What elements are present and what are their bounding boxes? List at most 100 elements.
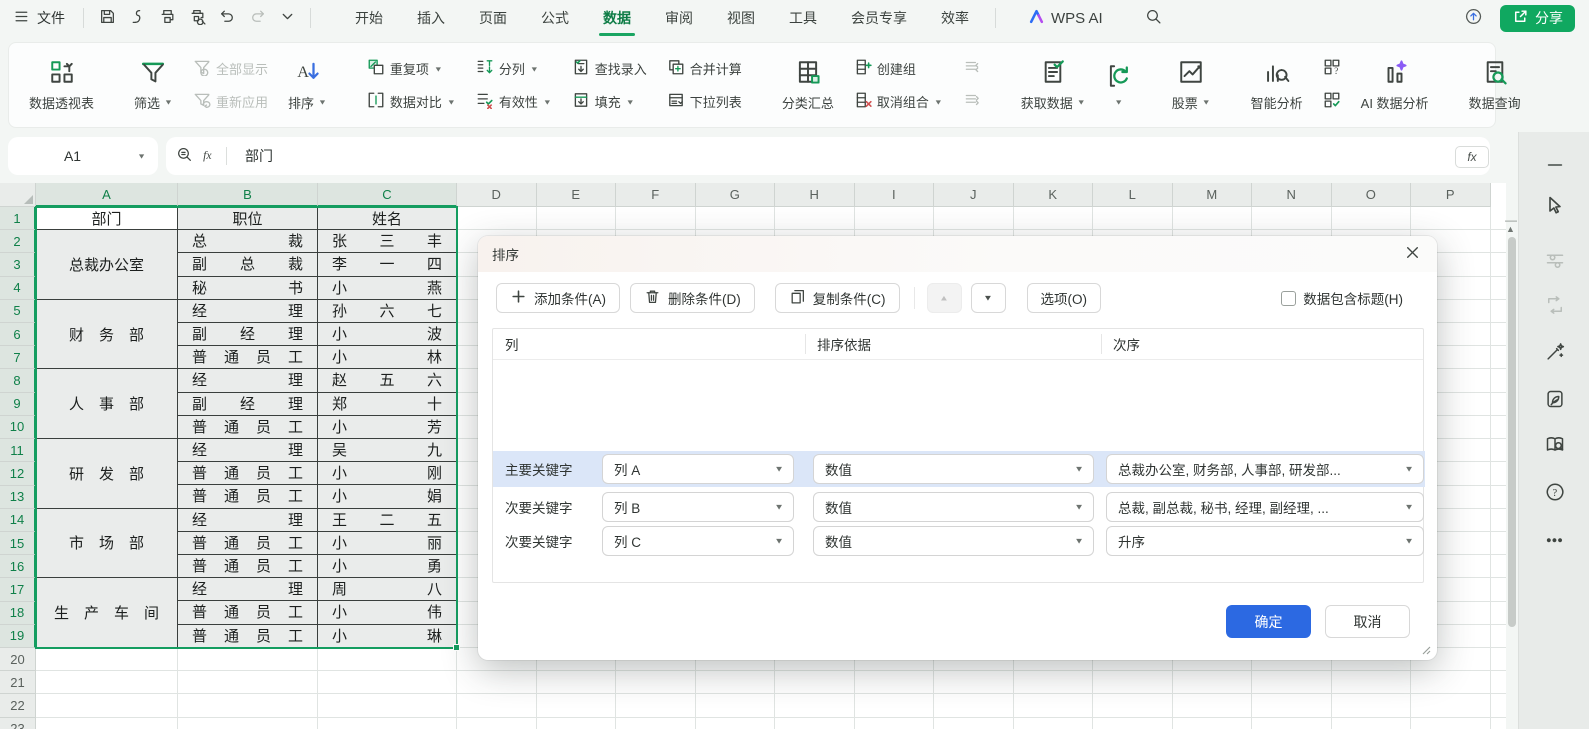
ribbon-duplicates-button[interactable]: 重复项▼ <box>363 56 460 81</box>
save-button[interactable] <box>92 5 122 31</box>
row-header-22[interactable]: 22 <box>0 694 36 717</box>
ribbon-funnel-redo-button[interactable]: 重新应用 <box>189 89 272 114</box>
cell-name[interactable]: 吴九 <box>318 439 457 462</box>
resize-grip-icon[interactable] <box>1419 643 1431 655</box>
cell-dept-4[interactable]: 研 发 部 <box>36 439 178 509</box>
eco-leaf-button[interactable] <box>1543 388 1567 412</box>
cell-title[interactable]: 经理 <box>178 439 318 462</box>
search-button[interactable] <box>1139 5 1169 31</box>
column-header-A[interactable]: A <box>36 183 178 207</box>
row-header-20[interactable]: 20 <box>0 648 36 671</box>
column-header-H[interactable]: H <box>775 183 855 207</box>
row-header-5[interactable]: 5 <box>0 300 36 323</box>
cell-name[interactable]: 小波 <box>318 323 457 346</box>
row-header-19[interactable]: 19 <box>0 625 36 648</box>
cell-name[interactable]: 郑十 <box>318 393 457 416</box>
row-header-17[interactable]: 17 <box>0 578 36 601</box>
column-header-K[interactable]: K <box>1014 183 1094 207</box>
ribbon-compare-button[interactable]: 数据对比▼ <box>363 89 460 114</box>
ribbon-create-group-button[interactable]: 创建组 <box>850 56 947 81</box>
condition-row-3[interactable]: 次要关键字列 C▼数值▼升序▼ <box>493 523 1425 559</box>
tab-效率[interactable]: 效率 <box>939 1 971 35</box>
header-checkbox-group[interactable]: 数据包含标题(H) <box>1281 288 1419 308</box>
cell-title[interactable]: 秘书 <box>178 277 318 300</box>
ribbon-dropdown-list-button[interactable]: 下拉列表 <box>663 89 746 114</box>
loop-pivot-button[interactable] <box>1543 294 1567 318</box>
ribbon-grid-check-button[interactable] <box>1319 89 1345 114</box>
cell-name[interactable]: 小勇 <box>318 555 457 578</box>
column-header-D[interactable]: D <box>457 183 537 207</box>
checkbox-icon[interactable] <box>1281 291 1296 306</box>
move-up-button[interactable]: ▲ <box>927 283 962 313</box>
options-button[interactable]: 选项(O) <box>1027 283 1102 313</box>
column-header-P[interactable]: P <box>1411 183 1491 207</box>
print-button[interactable] <box>152 5 182 31</box>
cell-C1[interactable]: 姓名 <box>318 207 457 230</box>
cell-title[interactable]: 经理 <box>178 578 318 601</box>
cell-title[interactable]: 普通员工 <box>178 625 318 648</box>
ribbon-ungroup-button[interactable]: 取消组合▼ <box>850 89 947 114</box>
cell-name[interactable]: 孙六七 <box>318 300 457 323</box>
cell-title[interactable]: 普通员工 <box>178 555 318 578</box>
wps-ai-button[interactable]: WPS AI <box>1028 8 1103 29</box>
add-condition-button[interactable]: 添加条件(A) <box>496 283 620 313</box>
column-header-I[interactable]: I <box>855 183 935 207</box>
fx-icon[interactable]: fx <box>201 146 218 166</box>
row-header-11[interactable]: 11 <box>0 439 36 462</box>
output-pdf-button[interactable] <box>122 5 152 31</box>
name-box[interactable]: A1 ▼ <box>8 137 158 175</box>
column-dropdown[interactable]: 列 C▼ <box>602 526 794 556</box>
ribbon-fill-down-button[interactable]: 填充▼ <box>568 89 651 114</box>
cell-title[interactable]: 经理 <box>178 369 318 392</box>
ribbon-funnel-button[interactable]: 筛选▼ <box>124 55 183 116</box>
row-header-14[interactable]: 14 <box>0 509 36 532</box>
ribbon-refresh-button[interactable]: ▼ <box>1096 59 1142 111</box>
column-dropdown[interactable]: 列 A▼ <box>602 454 794 484</box>
tab-审阅[interactable]: 审阅 <box>663 1 695 35</box>
cell-dept-2[interactable]: 财 务 部 <box>36 300 178 370</box>
collapse-dash-button[interactable] <box>1543 154 1567 178</box>
ribbon-detail-hide-button[interactable] <box>959 89 985 114</box>
cell-name[interactable]: 小芳 <box>318 416 457 439</box>
tab-开始[interactable]: 开始 <box>353 1 385 35</box>
formula-expand-button[interactable]: fx <box>1455 146 1489 168</box>
column-header-N[interactable]: N <box>1252 183 1332 207</box>
column-header-F[interactable]: F <box>616 183 696 207</box>
cell-dept-3[interactable]: 人 事 部 <box>36 369 178 439</box>
copy-condition-button[interactable]: 复制条件(C) <box>775 283 900 313</box>
order-dropdown[interactable]: 升序▼ <box>1106 526 1424 556</box>
tab-页面[interactable]: 页面 <box>477 1 509 35</box>
ribbon-subtotal-button[interactable]: 分类汇总 <box>772 55 844 116</box>
tab-视图[interactable]: 视图 <box>725 1 757 35</box>
more-commands-button[interactable] <box>272 5 302 31</box>
tab-会员专享[interactable]: 会员专享 <box>849 1 909 35</box>
cell-title[interactable]: 普通员工 <box>178 346 318 369</box>
row-header-21[interactable]: 21 <box>0 671 36 694</box>
delete-condition-button[interactable]: 删除条件(D) <box>630 283 755 313</box>
ribbon-get-data-button[interactable]: 获取数据▼ <box>1011 55 1096 116</box>
doc-search-button[interactable] <box>1543 434 1567 458</box>
column-header-B[interactable]: B <box>178 183 318 207</box>
column-header-G[interactable]: G <box>696 183 776 207</box>
basis-dropdown[interactable]: 数值▼ <box>813 526 1094 556</box>
cell-title[interactable]: 普通员工 <box>178 416 318 439</box>
cell-name[interactable]: 小燕 <box>318 277 457 300</box>
magic-wand-button[interactable] <box>1543 341 1567 365</box>
move-down-button[interactable]: ▼ <box>971 283 1006 313</box>
cell-title[interactable]: 总裁 <box>178 230 318 253</box>
tab-公式[interactable]: 公式 <box>539 1 571 35</box>
ribbon-validation-button[interactable]: 有效性▼ <box>472 89 556 114</box>
cell-title[interactable]: 普通员工 <box>178 532 318 555</box>
cell-A1[interactable]: 部门 <box>36 207 178 230</box>
row-header-16[interactable]: 16 <box>0 555 36 578</box>
ribbon-smart-analysis-button[interactable]: 智能分析 <box>1241 55 1313 116</box>
cell-name[interactable]: 张三丰 <box>318 230 457 253</box>
order-dropdown[interactable]: 总裁办公室, 财务部, 人事部, 研发部...▼ <box>1106 454 1424 484</box>
condition-row-2[interactable]: 次要关键字列 B▼数值▼总裁, 副总裁, 秘书, 经理, 副经理, ...▼ <box>493 489 1425 525</box>
cell-name[interactable]: 李一四 <box>318 253 457 276</box>
tab-插入[interactable]: 插入 <box>415 1 447 35</box>
select-all-corner[interactable] <box>0 183 36 207</box>
ribbon-data-query-button[interactable]: 数据查询 <box>1459 55 1531 116</box>
cancel-button[interactable]: 取消 <box>1325 605 1410 638</box>
cursor-select-button[interactable] <box>1543 194 1567 218</box>
